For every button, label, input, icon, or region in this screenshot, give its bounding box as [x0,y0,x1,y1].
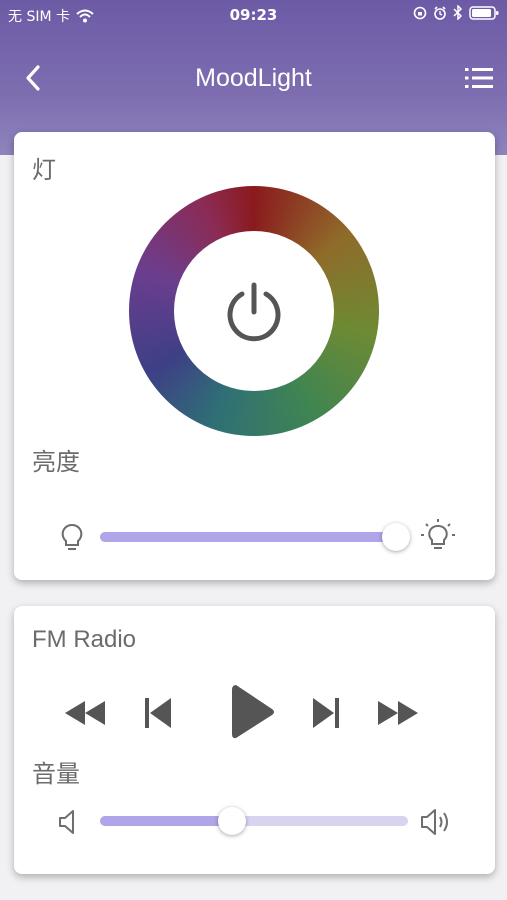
volume-slider-fill [100,816,233,826]
battery-icon [469,5,499,20]
rewind-icon[interactable] [63,698,107,728]
brightness-slider-fill [100,532,396,542]
volume-slider[interactable] [100,807,408,835]
color-wheel[interactable] [129,186,379,436]
volume-label: 音量 [32,760,80,788]
bluetooth-icon [453,5,463,20]
status-bar: 无 SIM 卡 09:23 [0,0,507,30]
list-menu-icon[interactable] [465,65,493,91]
bulb-bright-icon [421,519,455,549]
fast-forward-icon[interactable] [376,698,420,728]
power-button[interactable] [174,231,334,391]
next-icon[interactable] [312,696,340,730]
light-label: 灯 [32,156,56,184]
volume-low-icon [59,810,74,834]
power-icon[interactable] [223,280,285,342]
bulb-dim-icon [61,523,83,550]
previous-icon[interactable] [144,696,172,730]
brightness-slider[interactable] [100,523,410,551]
radio-label: FM Radio [32,626,137,653]
volume-high-icon [421,809,448,835]
radio-card: FM Radio 音量 [14,606,495,874]
light-card: 灯 亮度 [14,132,495,580]
orientation-lock-icon [413,6,427,19]
page-title: MoodLight [195,64,312,92]
brightness-slider-thumb[interactable] [382,523,410,551]
alarm-icon [434,5,446,20]
brightness-label: 亮度 [32,448,80,476]
nav-bar: MoodLight [0,52,507,104]
volume-slider-thumb[interactable] [218,807,247,835]
play-icon[interactable] [230,682,276,742]
